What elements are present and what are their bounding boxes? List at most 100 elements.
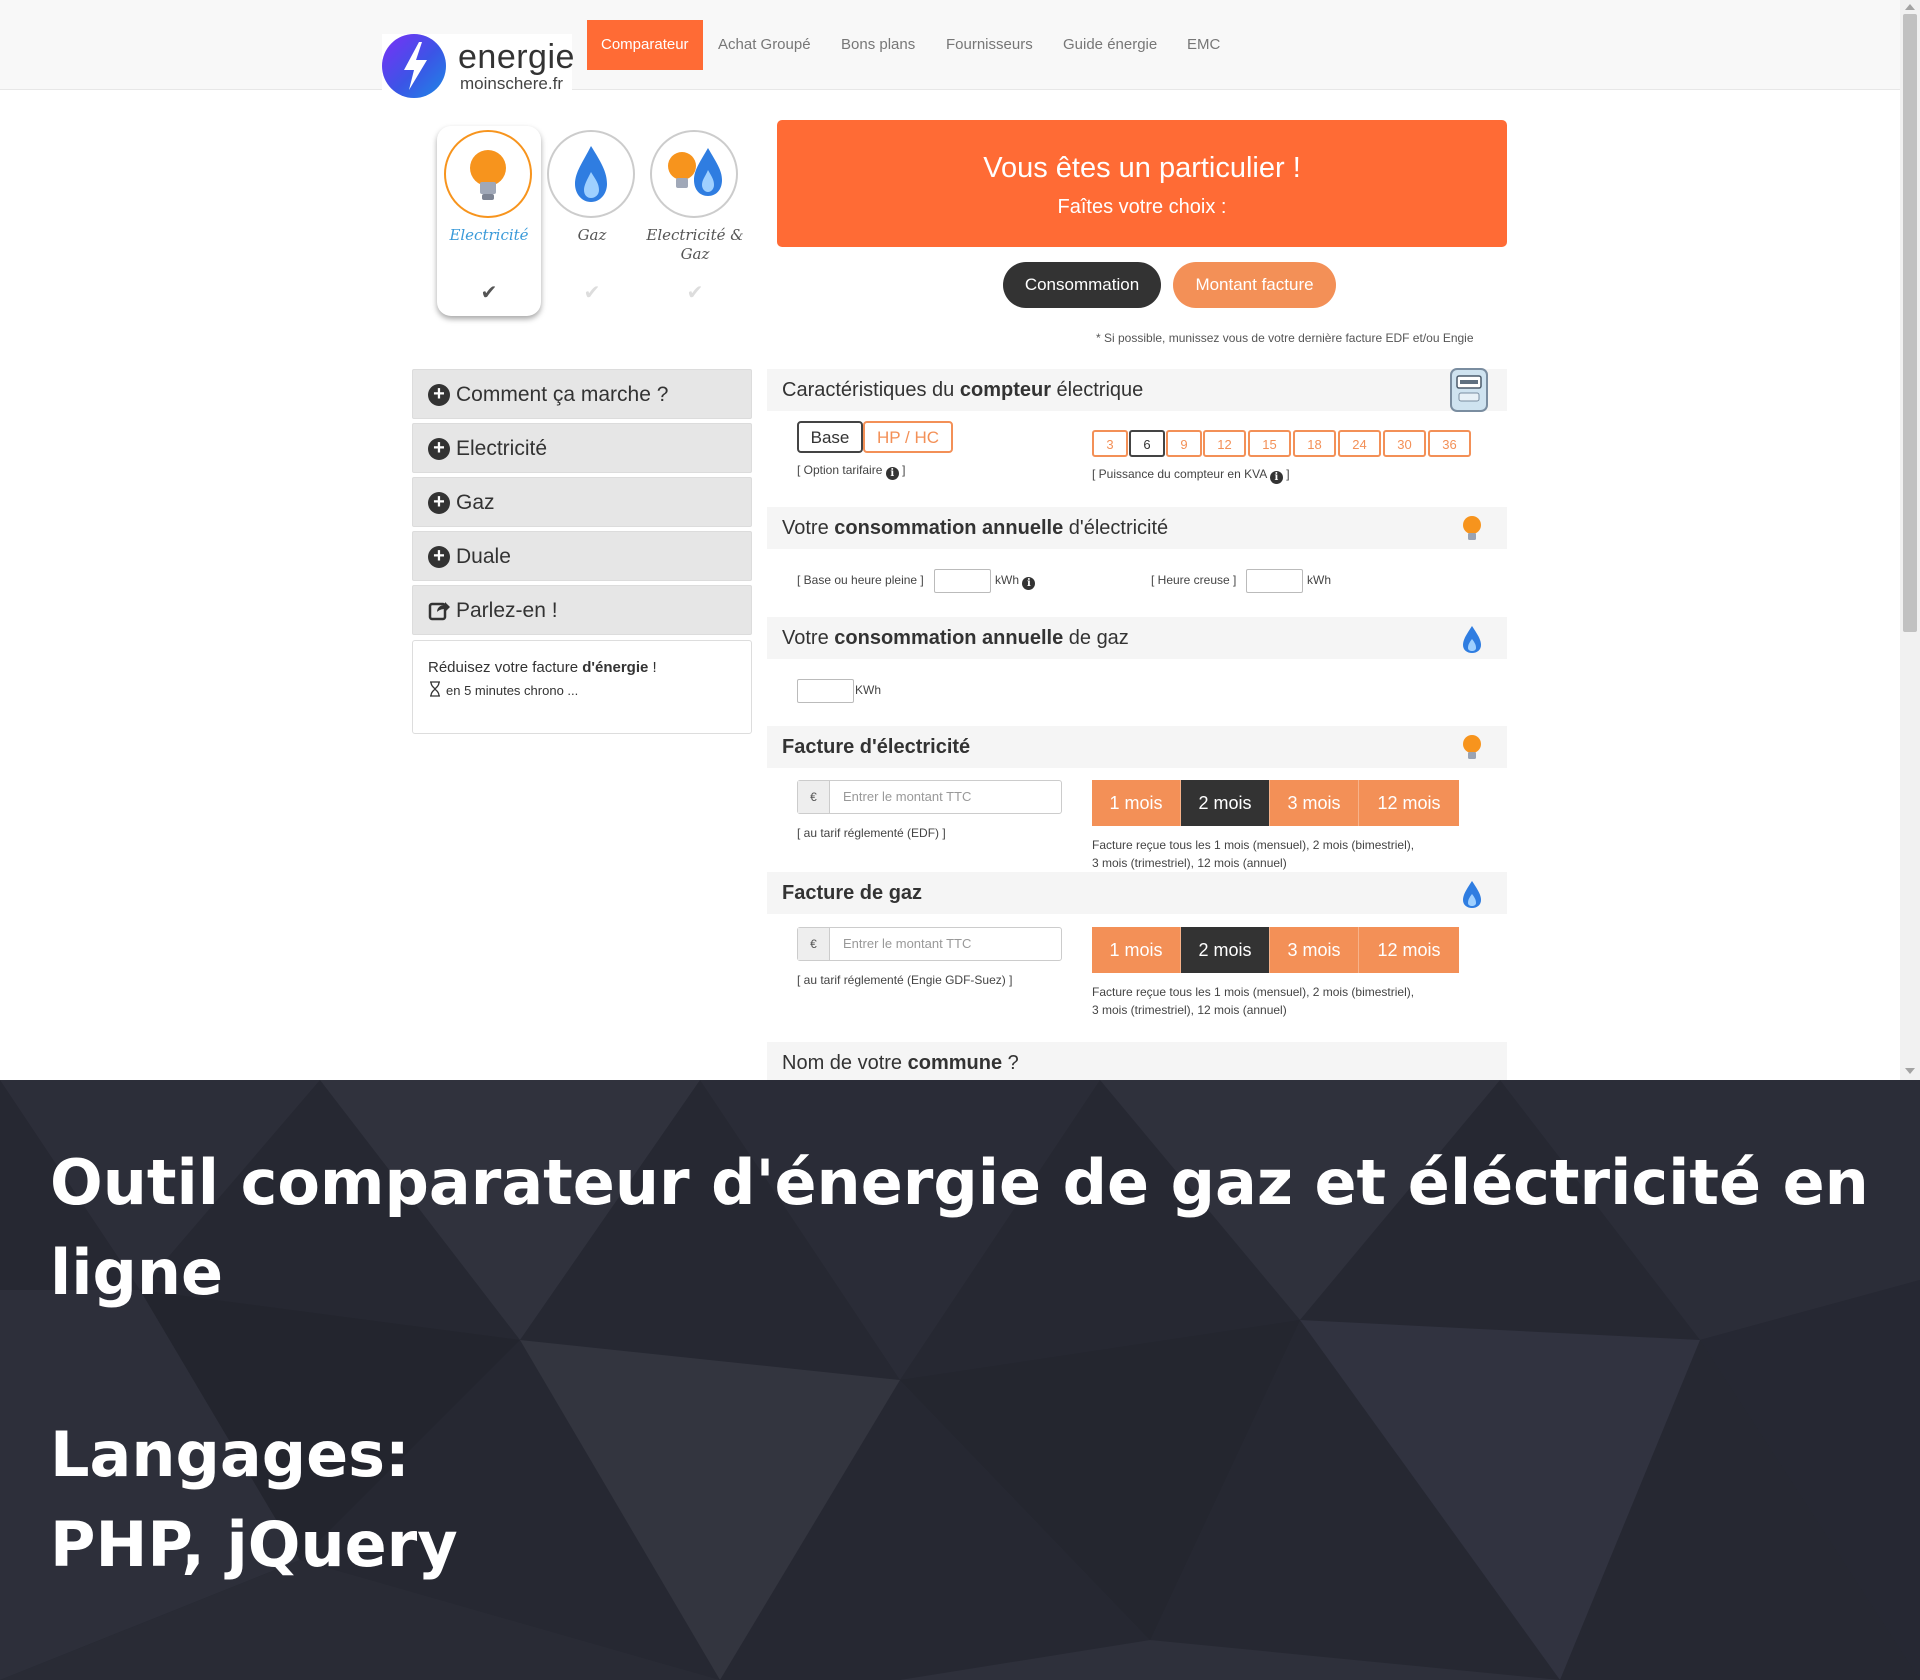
elec-period-3-mois[interactable]: 3 mois [1270, 780, 1359, 826]
sidebar-item-parlez[interactable]: Parlez-en ! [412, 585, 752, 635]
section-conso-elec: Votre consommation annuelle d'électricit… [767, 507, 1507, 549]
base-kwh-unit: kWh i [995, 573, 1036, 590]
logo-word-energie: energie [458, 38, 575, 76]
logo[interactable]: energie moinschere.fr [382, 34, 575, 100]
hourglass-icon [430, 681, 440, 697]
kva-button-9[interactable]: 9 [1166, 430, 1202, 457]
caption-lang-label: Langages: [50, 1418, 410, 1491]
mode-consommation-button[interactable]: Consommation [1003, 262, 1161, 308]
kva-button-24[interactable]: 24 [1338, 430, 1381, 457]
sidebar-item-comment[interactable]: + Comment ça marche ? [412, 369, 752, 419]
creuse-kwh-unit: kWh [1307, 573, 1331, 587]
gaz-kwh-unit: KWh [855, 683, 882, 697]
energy-option-gaz[interactable]: Gaz ✔ [540, 126, 644, 316]
option-base-button[interactable]: Base [797, 421, 863, 453]
energy-label-duale: Electricité & Gaz [646, 226, 744, 263]
share-icon [428, 602, 450, 621]
info-icon[interactable]: i [1269, 471, 1283, 484]
gaz-period-1-mois[interactable]: 1 mois [1092, 927, 1181, 973]
navbar: energie moinschere.fr Comparateur Achat … [0, 0, 1900, 100]
flame-icon [1463, 626, 1481, 653]
energy-label-electricite: Electricité [449, 226, 529, 244]
kva-label: [ Puissance du compteur en KVA i ] [1092, 467, 1290, 484]
kva-button-18[interactable]: 18 [1293, 430, 1336, 457]
nav-achat-groupe[interactable]: Achat Groupé [704, 20, 825, 70]
caption-title: Outil comparateur d'énergie de gaz et él… [50, 1146, 1869, 1309]
option-hphc-button[interactable]: HP / HC [863, 421, 953, 453]
sidebar-item-label: Gaz [456, 491, 495, 514]
energy-option-electricite[interactable]: Electricité ✔ [437, 126, 541, 316]
kva-button-36[interactable]: 36 [1428, 430, 1471, 457]
info-icon[interactable]: i [885, 467, 899, 480]
sidebar-promo-box: Réduisez votre facture d'énergie ! en 5 … [412, 640, 752, 734]
scroll-down-arrow-icon[interactable] [1905, 1068, 1915, 1074]
elec-period-note: Facture reçue tous les 1 mois (mensuel),… [1092, 838, 1415, 870]
plus-circle-icon: + [428, 438, 450, 460]
sidebar-item-gaz[interactable]: + Gaz [412, 477, 752, 527]
sidebar-item-label: Parlez-en ! [456, 599, 558, 622]
nav-comparateur[interactable]: Comparateur [587, 20, 703, 70]
facture-gaz-placeholder: Entrer le montant TTC [843, 936, 972, 951]
gaz-period-note: Facture reçue tous les 1 mois (mensuel),… [1092, 985, 1415, 1017]
kva-button-15[interactable]: 15 [1248, 430, 1291, 457]
scroll-thumb[interactable] [1903, 14, 1917, 632]
creuse-kwh-input[interactable] [1246, 569, 1303, 593]
plus-circle-icon: + [428, 384, 450, 406]
elec-period-12-mois[interactable]: 12 mois [1359, 780, 1459, 826]
energy-option-duale[interactable]: Electricité & Gaz ✔ [643, 126, 747, 316]
nav-fournisseurs[interactable]: Fournisseurs [932, 20, 1047, 70]
logo-bolt-icon [382, 34, 446, 98]
facture-elec-placeholder: Entrer le montant TTC [843, 789, 972, 804]
facture-elec-note: [ au tarif réglementé (EDF) ] [797, 826, 946, 840]
kva-button-12[interactable]: 12 [1203, 430, 1246, 457]
euro-addon: € [798, 928, 830, 960]
bulb-flame-icon [650, 130, 738, 218]
promo-line-2: en 5 minutes chrono ... [428, 681, 578, 698]
section-facture-gaz: Facture de gaz [767, 872, 1507, 914]
facture-gaz-amount-input[interactable]: € Entrer le montant TTC [797, 927, 1062, 961]
facture-elec-amount-input[interactable]: € Entrer le montant TTC [797, 780, 1062, 814]
bulb-icon [1463, 735, 1481, 759]
section-commune: Nom de votre commune ? [767, 1042, 1507, 1080]
info-icon[interactable]: i [1022, 577, 1036, 590]
nav-bons-plans[interactable]: Bons plans [827, 20, 929, 70]
banner-title: Vous êtes un particulier ! [983, 152, 1301, 184]
sidebar-item-duale[interactable]: + Duale [412, 531, 752, 581]
elec-period-1-mois[interactable]: 1 mois [1092, 780, 1181, 826]
gaz-period-2-mois[interactable]: 2 mois [1181, 927, 1270, 973]
flame-icon [1463, 881, 1481, 908]
check-icon: ✔ [480, 282, 498, 304]
euro-addon: € [798, 781, 830, 813]
kva-button-3[interactable]: 3 [1092, 430, 1128, 457]
flame-icon [547, 130, 635, 218]
nav-guide-energie[interactable]: Guide énergie [1049, 20, 1171, 70]
plus-circle-icon: + [428, 492, 450, 514]
bulb-icon [1463, 516, 1481, 540]
kva-button-6[interactable]: 6 [1129, 430, 1165, 457]
elec-period-2-mois[interactable]: 2 mois [1181, 780, 1270, 826]
nav-emc[interactable]: EMC [1173, 20, 1234, 70]
scroll-up-arrow-icon[interactable] [1905, 4, 1915, 10]
check-icon: ✔ [583, 282, 601, 304]
section-facture-elec: Facture d'électricité [767, 726, 1507, 768]
sidebar-item-electricite[interactable]: + Electricité [412, 423, 752, 473]
logo-word-domain: moinschere.fr [460, 74, 563, 93]
caption-lang-value: PHP, jQuery [50, 1508, 458, 1581]
screenshot-area: energie moinschere.fr Comparateur Achat … [0, 0, 1920, 1080]
option-tarifaire-label: [ Option tarifaire i ] [797, 463, 906, 480]
gaz-period-3-mois[interactable]: 3 mois [1270, 927, 1359, 973]
section-compteur: Caractéristiques du compteur électrique [767, 368, 1507, 412]
base-label: [ Base ou heure pleine ] [797, 573, 924, 587]
base-kwh-input[interactable] [934, 569, 991, 593]
vertical-scrollbar[interactable] [1900, 0, 1920, 1080]
invoice-note: * Si possible, munissez vous de votre de… [1096, 331, 1474, 345]
energy-label-gaz: Gaz [577, 226, 607, 244]
mode-montant-button[interactable]: Montant facture [1173, 262, 1336, 308]
section-conso-gaz: Votre consommation annuelle de gaz [767, 617, 1507, 659]
kva-button-30[interactable]: 30 [1383, 430, 1426, 457]
banner-subtitle: Faîtes votre choix : [1057, 196, 1227, 218]
sidebar-item-label: Duale [456, 545, 511, 568]
gaz-kwh-input[interactable] [797, 679, 854, 703]
gaz-period-12-mois[interactable]: 12 mois [1359, 927, 1459, 973]
caption-banner: Outil comparateur d'énergie de gaz et él… [0, 1080, 1920, 1680]
